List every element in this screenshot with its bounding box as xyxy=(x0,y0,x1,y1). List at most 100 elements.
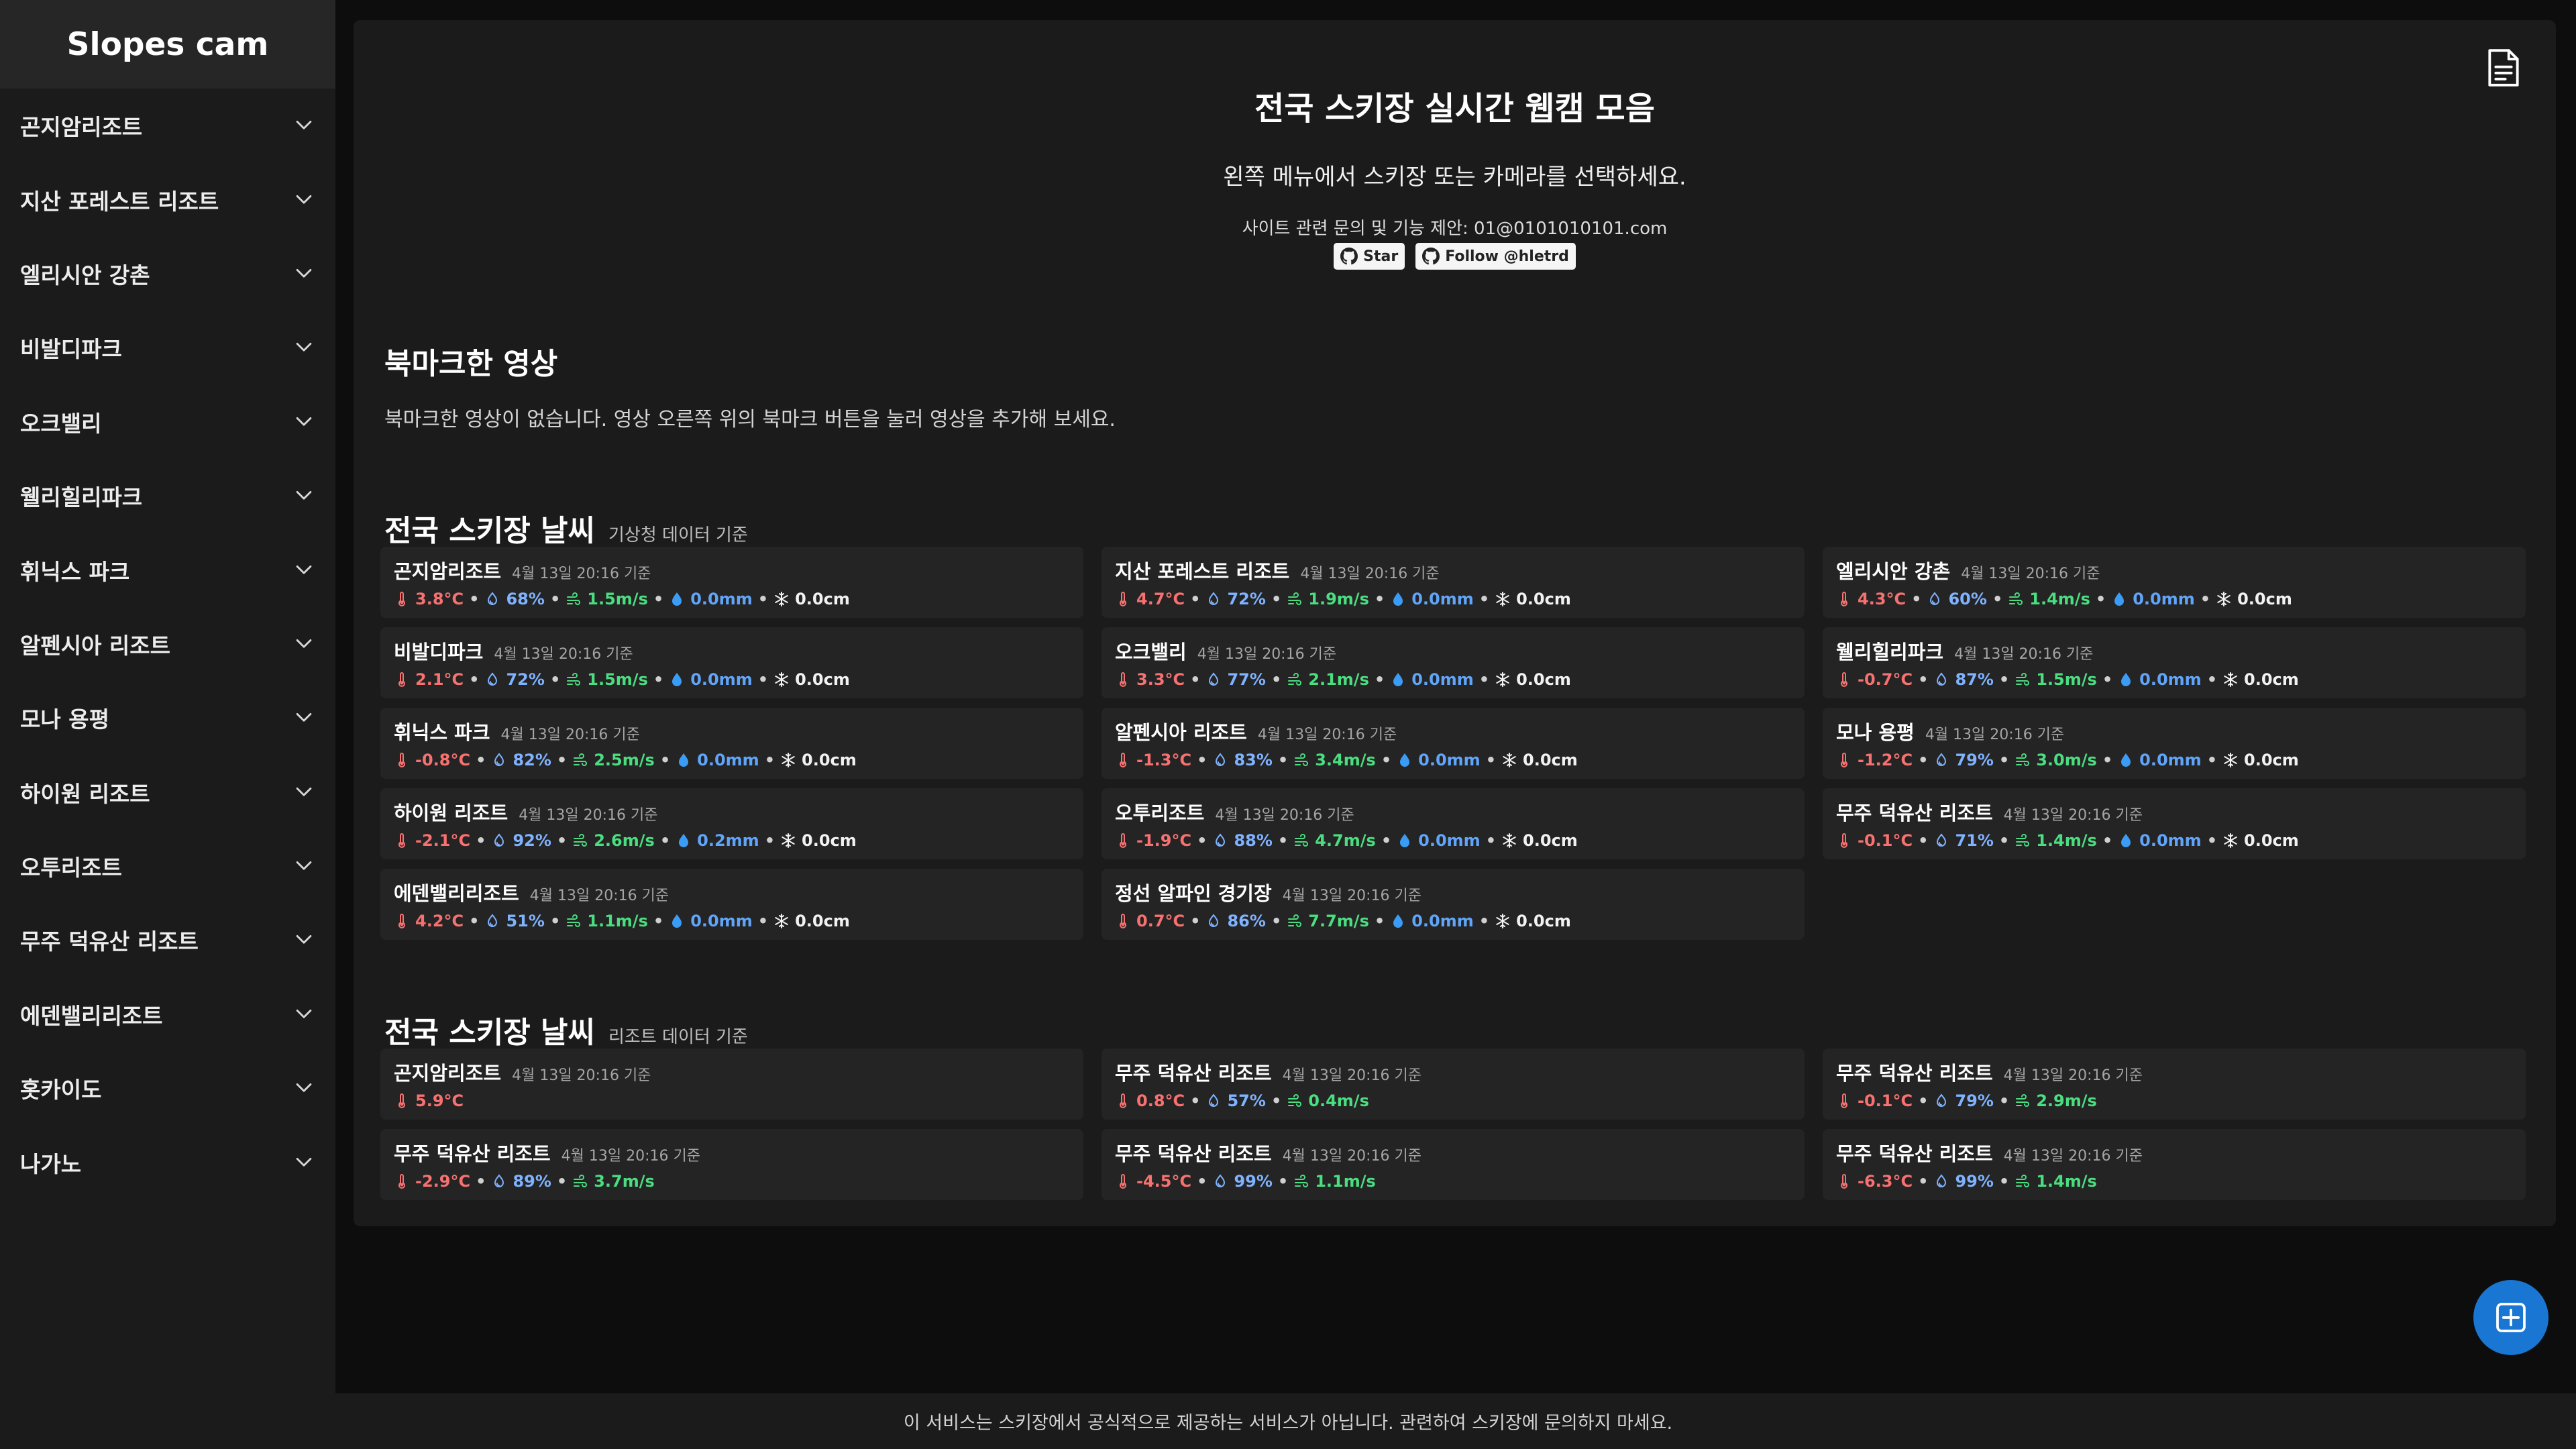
humidity-icon xyxy=(1927,591,1943,607)
sidebar-item[interactable]: 곤지암리조트 xyxy=(0,89,335,162)
chevron-down-icon xyxy=(296,639,312,648)
sidebar-item[interactable]: 오투리조트 xyxy=(0,829,335,903)
main-panel: 전국 스키장 실시간 웹캠 모음 왼쪽 메뉴에서 스키장 또는 카메라를 선택하… xyxy=(354,20,2556,1226)
wind-value: 1.9m/s xyxy=(1308,590,1369,608)
sidebar-item[interactable]: 홋카이도 xyxy=(0,1051,335,1125)
chevron-down-icon xyxy=(296,1009,312,1018)
update-time: 4월 13일 20:16 기준 xyxy=(1282,888,1421,904)
chevron-down-icon xyxy=(296,713,312,722)
wind-value: 0.4m/s xyxy=(1308,1091,1369,1110)
sidebar-item[interactable]: 에덴밸리리조트 xyxy=(0,977,335,1051)
wind-value: 7.7m/s xyxy=(1308,912,1369,930)
snow-value: 0.0cm xyxy=(2244,831,2299,850)
chevron-down-icon xyxy=(296,417,312,426)
weather-stats: -1.3°C • 83% • 3.4m/s • 0.0mm • 0.0cm xyxy=(1115,751,1791,769)
sidebar-item-label: 곤지암리조트 xyxy=(20,114,143,141)
humidity-icon xyxy=(1212,1173,1228,1189)
humidity-icon xyxy=(1933,833,1949,849)
weather-stats: 4.2°C • 51% • 1.1m/s • 0.0mm • 0.0cm xyxy=(394,912,1070,930)
rain-value: 0.0mm xyxy=(2133,590,2195,608)
humidity-value: 99% xyxy=(1234,1172,1273,1191)
humidity-value: 87% xyxy=(1955,670,1994,689)
thermometer-icon xyxy=(1115,1173,1131,1189)
raindrop-icon xyxy=(2118,752,2134,768)
update-time: 4월 13일 20:16 기준 xyxy=(512,566,651,582)
snow-value: 0.0cm xyxy=(1516,912,1571,930)
wind-icon xyxy=(1293,1173,1309,1189)
wind-icon xyxy=(1287,672,1303,688)
wind-icon xyxy=(1293,752,1309,768)
bookmarks-heading: 북마크한 영상 xyxy=(384,347,558,381)
weather-kma-grid: 곤지암리조트 4월 13일 20:16 기준 3.8°C • 68% • 1.5m/s • 0.… xyxy=(380,547,2534,940)
sidebar-item[interactable]: 알펜시아 리조트 xyxy=(0,607,335,681)
sidebar-item-label: 지산 포레스트 리조트 xyxy=(20,188,219,215)
page-title: 전국 스키장 실시간 웹캠 모음 xyxy=(1254,90,1655,127)
github-follow-button[interactable]: Follow @hletrd xyxy=(1415,243,1576,270)
snowflake-icon xyxy=(773,913,790,929)
sidebar-item[interactable]: 모나 용평 xyxy=(0,681,335,755)
snowflake-icon xyxy=(2222,833,2239,849)
weather-card: 휘닉스 파크 4월 13일 20:16 기준 -0.8°C • 82% • 2.5m/s • 0… xyxy=(380,708,1083,779)
update-time: 4월 13일 20:16 기준 xyxy=(2003,807,2143,824)
github-star-button[interactable]: Star xyxy=(1334,243,1405,270)
sidebar-item-label: 모나 용평 xyxy=(20,706,109,733)
weather-stats: -1.9°C • 88% • 4.7m/s • 0.0mm • 0.0cm xyxy=(1115,831,1791,850)
wind-value: 3.4m/s xyxy=(1315,751,1376,769)
wind-value: 2.6m/s xyxy=(594,831,655,850)
raindrop-icon xyxy=(1390,591,1406,607)
humidity-value: 83% xyxy=(1234,751,1273,769)
wind-icon xyxy=(572,1173,588,1189)
humidity-value: 77% xyxy=(1227,670,1266,689)
update-time: 4월 13일 20:16 기준 xyxy=(529,888,669,904)
sidebar-item[interactable]: 휘닉스 파크 xyxy=(0,533,335,606)
weather-card: 비발디파크 4월 13일 20:16 기준 2.1°C • 72% • 1.5m/s • 0.0… xyxy=(380,627,1083,698)
humidity-value: 72% xyxy=(506,670,545,689)
chevron-down-icon xyxy=(296,268,312,278)
thermometer-icon xyxy=(1836,591,1852,607)
wind-value: 2.1m/s xyxy=(1308,670,1369,689)
rain-value: 0.0mm xyxy=(690,590,753,608)
sidebar-item[interactable]: 지산 포레스트 리조트 xyxy=(0,162,335,236)
raindrop-icon xyxy=(669,672,685,688)
temperature-value: 5.9°C xyxy=(415,1091,464,1110)
rain-value: 0.0mm xyxy=(2139,831,2202,850)
sidebar-item[interactable]: 웰리힐리파크 xyxy=(0,459,335,533)
weather-card: 무주 덕유산 리조트 4월 13일 20:16 기준 -0.1°C • 71% • 1.4m… xyxy=(1823,788,2526,859)
weather-stats: 4.3°C • 60% • 1.4m/s • 0.0mm • 0.0cm xyxy=(1836,590,2512,608)
rain-value: 0.0mm xyxy=(697,751,759,769)
wind-value: 1.5m/s xyxy=(587,670,648,689)
weather-card: 지산 포레스트 리조트 4월 13일 20:16 기준 4.7°C • 72% • 1.9m… xyxy=(1102,547,1805,618)
weather-card: 곤지암리조트 4월 13일 20:16 기준 3.8°C • 68% • 1.5m/s • 0.… xyxy=(380,547,1083,618)
resort-name: 웰리힐리파크 xyxy=(1836,641,1944,663)
temperature-value: 4.2°C xyxy=(415,912,464,930)
sidebar-item[interactable]: 오크밸리 xyxy=(0,385,335,459)
github-icon xyxy=(1340,248,1358,265)
wind-value: 1.1m/s xyxy=(587,912,648,930)
add-camera-button[interactable] xyxy=(2473,1280,2548,1355)
wind-icon xyxy=(2015,1093,2031,1109)
rain-value: 0.0mm xyxy=(1418,751,1481,769)
chevron-down-icon xyxy=(296,565,312,574)
rain-value: 0.0mm xyxy=(1411,590,1474,608)
sidebar-item[interactable]: 비발디파크 xyxy=(0,311,335,384)
rain-value: 0.0mm xyxy=(1418,831,1481,850)
wind-value: 1.1m/s xyxy=(1315,1172,1376,1191)
raindrop-icon xyxy=(2118,672,2134,688)
footer: 이 서비스는 스키장에서 공식적으로 제공하는 서비스가 아닙니다. 관련하여 … xyxy=(0,1393,2576,1449)
snowflake-icon xyxy=(2216,591,2232,607)
humidity-value: 86% xyxy=(1227,912,1266,930)
sidebar-item[interactable]: 엘리시안 강촌 xyxy=(0,237,335,311)
thermometer-icon xyxy=(394,1173,410,1189)
contact-info: 사이트 관련 문의 및 기능 제안: 01@0101010101.com xyxy=(1242,219,1668,239)
raindrop-icon xyxy=(1397,752,1413,768)
sidebar-item[interactable]: 무주 덕유산 리조트 xyxy=(0,903,335,977)
thermometer-icon xyxy=(394,752,410,768)
sidebar-item[interactable]: 하이원 리조트 xyxy=(0,755,335,829)
thermometer-icon xyxy=(1115,672,1131,688)
brand-logo[interactable]: Slopes cam xyxy=(0,0,335,89)
snow-value: 0.0cm xyxy=(795,670,850,689)
rain-value: 0.0mm xyxy=(2139,751,2202,769)
chevron-down-icon xyxy=(296,861,312,870)
sidebar-item[interactable]: 나가노 xyxy=(0,1125,335,1199)
snow-value: 0.0cm xyxy=(1523,831,1578,850)
